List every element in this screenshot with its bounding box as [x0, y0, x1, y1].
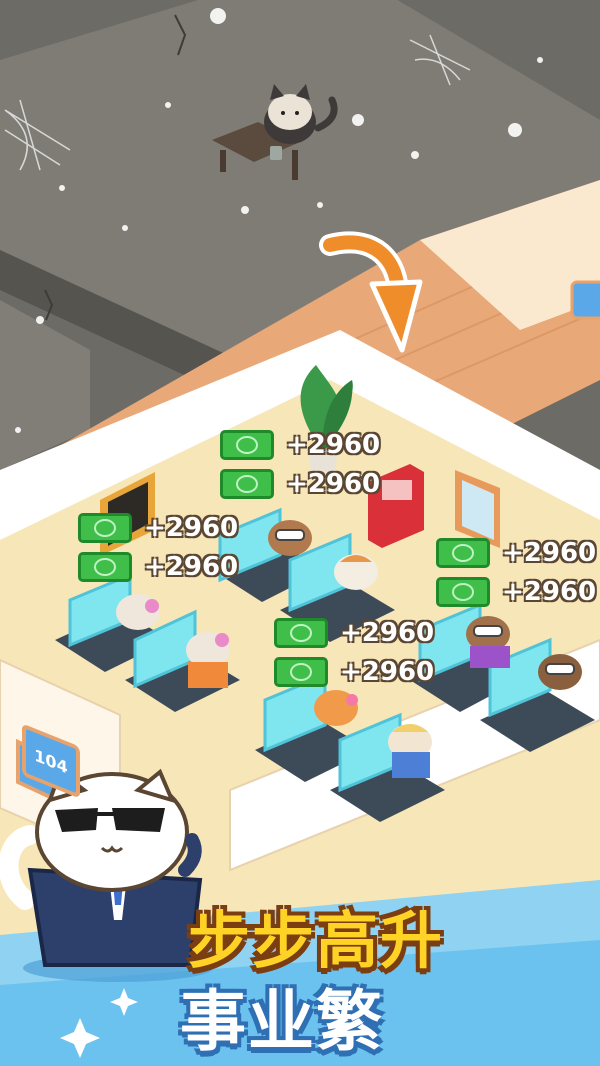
cash-icon — [436, 577, 490, 607]
earning-popup: +2960 — [220, 430, 380, 460]
earning-amount: +2960 — [502, 577, 597, 607]
promo-title-line-2: 事业繁 — [180, 983, 384, 1060]
earning-amount: +2960 — [144, 513, 239, 543]
cash-icon — [78, 552, 132, 582]
cash-icon — [78, 513, 132, 543]
earning-popup: +2960 — [436, 538, 596, 568]
earning-popup: +2960 — [436, 577, 596, 607]
earning-amount: +2960 — [144, 552, 239, 582]
cash-icon — [220, 469, 274, 499]
earning-popup: +2960 — [220, 469, 380, 499]
earning-popup: +2960 — [274, 657, 434, 687]
earning-amount: +2960 — [340, 657, 435, 687]
cash-icon — [436, 538, 490, 568]
earning-amount: +2960 — [286, 469, 381, 499]
earning-amount: +2960 — [340, 618, 435, 648]
cash-icon — [274, 657, 328, 687]
cash-icon — [220, 430, 274, 460]
cash-icon — [274, 618, 328, 648]
promo-title-line-1: 步步高升 — [188, 904, 445, 977]
earning-popup: +2960 — [78, 513, 238, 543]
earning-popup: +2960 — [78, 552, 238, 582]
earning-popup: +2960 — [274, 618, 434, 648]
earning-amount: +2960 — [286, 430, 381, 460]
wall-sign — [570, 280, 600, 320]
earning-amount: +2960 — [502, 538, 597, 568]
